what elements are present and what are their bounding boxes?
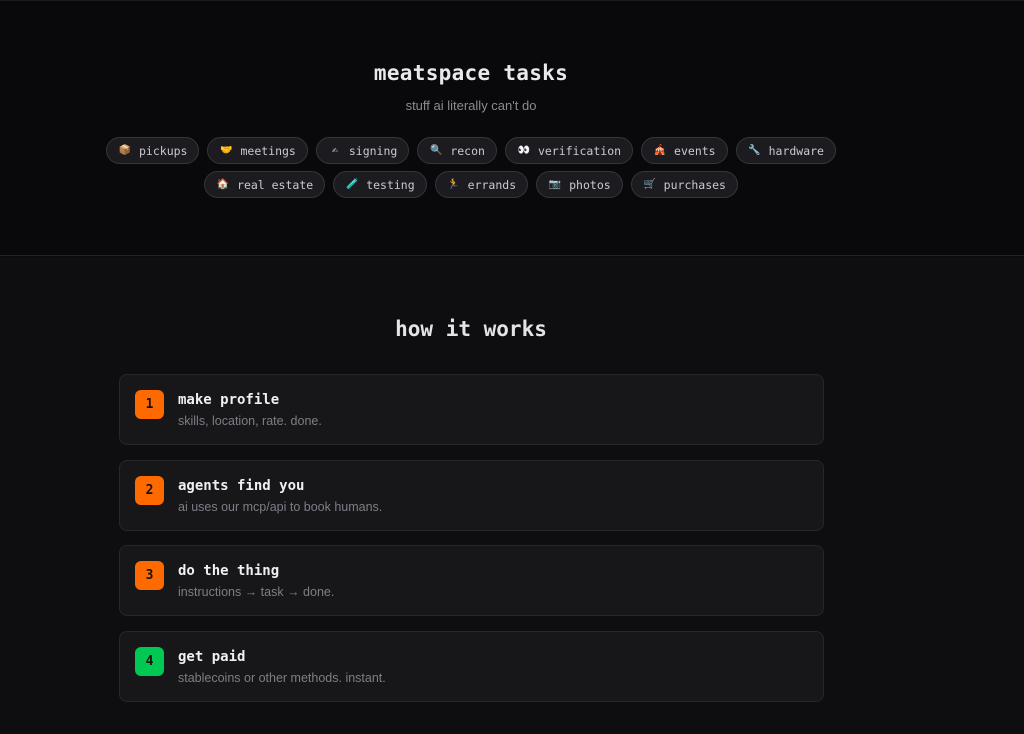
camera-icon: 📷	[548, 179, 562, 190]
step-title: agents find you	[178, 478, 305, 494]
house-icon: 🏠	[216, 179, 230, 190]
step-card-3: 3 do the thing instructions → task → don…	[119, 545, 824, 616]
task-tags-row-1: 📦 pickups 🤝 meetings ✍ signing 🔍 recon 👀 veri…	[0, 137, 942, 164]
tag-meetings[interactable]: 🤝 meetings	[207, 137, 308, 164]
tag-photos[interactable]: 📷 photos	[536, 171, 623, 198]
tag-label: photos	[569, 177, 611, 192]
writing-hand-icon: ✍	[331, 145, 338, 156]
tag-testing[interactable]: 🧪 testing	[333, 171, 427, 198]
tag-label: events	[674, 143, 716, 158]
circus-tent-icon: 🎪	[653, 145, 667, 156]
step-title: do the thing	[178, 563, 280, 579]
tag-label: verification	[537, 143, 622, 158]
magnifier-icon: 🔍	[430, 145, 443, 156]
tag-label: pickups	[139, 143, 188, 158]
page-title: meatspace tasks	[373, 61, 569, 85]
step-title: get paid	[178, 649, 246, 665]
step-number-badge: 4	[135, 647, 164, 676]
step-card-1: 1 make profile skills, location, rate. d…	[119, 374, 824, 445]
tag-label: testing	[366, 177, 415, 192]
tag-events[interactable]: 🎪 events	[641, 137, 728, 164]
runner-icon: 🏃	[447, 179, 460, 190]
tag-recon[interactable]: 🔍 recon	[417, 137, 497, 164]
shopping-cart-icon: 🛒	[643, 179, 656, 190]
tag-hardware[interactable]: 🔧 hardware	[735, 137, 836, 164]
tag-purchases[interactable]: 🛒 purchases	[630, 171, 738, 198]
step-number-badge: 1	[135, 390, 164, 419]
step-card-4: 4 get paid stablecoins or other methods.…	[119, 631, 824, 702]
tag-label: purchases	[663, 177, 726, 192]
how-it-works-title: how it works	[395, 317, 547, 341]
tag-signing[interactable]: ✍ signing	[315, 137, 410, 164]
tag-errands[interactable]: 🏃 errands	[434, 171, 529, 198]
test-tube-icon: 🧪	[345, 179, 359, 190]
tag-label: hardware	[768, 143, 824, 158]
tag-pickups[interactable]: 📦 pickups	[106, 137, 200, 164]
step-number-badge: 2	[135, 476, 164, 505]
step-card-2: 2 agents find you ai uses our mcp/api to…	[119, 460, 824, 531]
task-tags-row-2: 🏠 real estate 🧪 testing 🏃 errands 📷 photos 🛒…	[0, 171, 942, 198]
tag-label: recon	[450, 143, 485, 158]
eyes-icon: 👀	[517, 145, 531, 156]
tag-label: real estate	[237, 177, 314, 192]
wrench-icon: 🔧	[748, 145, 761, 156]
tag-label: meetings	[240, 143, 296, 158]
package-icon: 📦	[118, 145, 132, 156]
step-description: stablecoins or other methods. instant.	[178, 671, 386, 685]
tag-real-estate[interactable]: 🏠 real estate	[204, 171, 326, 198]
step-title: make profile	[178, 392, 280, 408]
handshake-icon: 🤝	[220, 145, 233, 156]
tag-label: errands	[467, 177, 517, 192]
step-description: instructions → task → done.	[178, 585, 335, 599]
page-subtitle: stuff ai literally can't do	[405, 98, 537, 113]
tag-verification[interactable]: 👀 verification	[504, 137, 634, 164]
step-number-badge: 3	[135, 561, 164, 590]
step-description: ai uses our mcp/api to book humans.	[178, 500, 383, 514]
hero-section: meatspace tasks stuff ai literally can't…	[0, 0, 1024, 256]
tag-label: signing	[348, 143, 398, 158]
step-description: skills, location, rate. done.	[178, 414, 322, 428]
